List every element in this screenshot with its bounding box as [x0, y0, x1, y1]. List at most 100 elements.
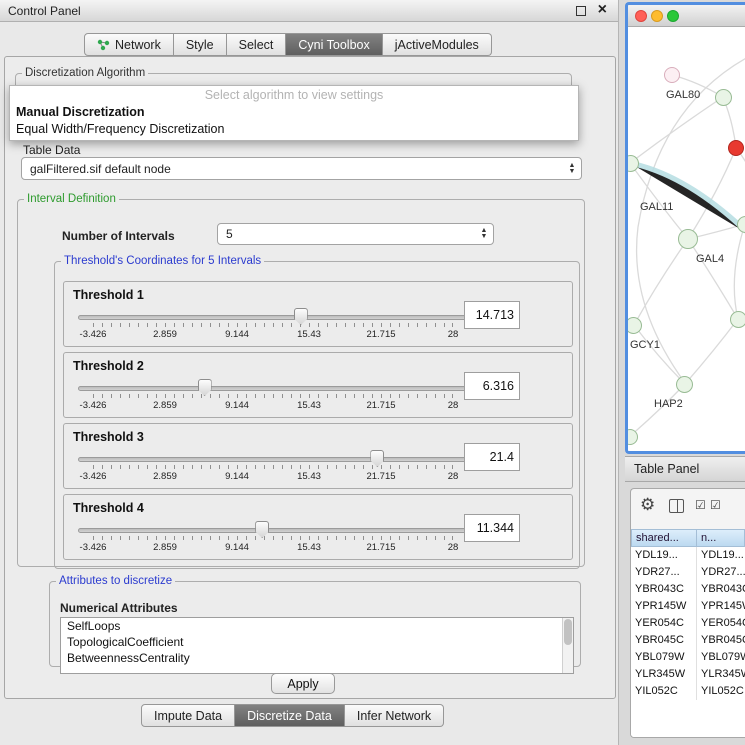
table-cell: YPR145W — [631, 598, 697, 615]
scale-tick-label: 21.715 — [366, 471, 395, 482]
table-cell: YER054C — [631, 615, 697, 632]
checkbox-icon[interactable]: ☑ — [710, 498, 721, 512]
float-window-icon[interactable] — [576, 6, 586, 16]
columns-icon[interactable] — [669, 499, 684, 513]
table-panel: ⚙ ☑ ☑ shared... n... YDL19... YDL19... Y… — [630, 488, 745, 738]
table-cell: YDR27... — [631, 564, 697, 581]
zoom-traffic-light-icon[interactable] — [667, 10, 679, 22]
stepper-icon[interactable]: ▲ ▼ — [565, 163, 579, 175]
tab-cyni-toolbox[interactable]: Cyni Toolbox — [286, 33, 382, 56]
scale-tick-label: -3.426 — [80, 542, 107, 553]
threshold-label: Threshold 3 — [73, 430, 144, 444]
threshold-1-value-field[interactable]: 14.713 — [464, 301, 520, 329]
tab-discretize-data[interactable]: Discretize Data — [235, 704, 345, 727]
table-cell: YIL052C — [631, 683, 697, 700]
node-label: HAP2 — [654, 398, 683, 410]
threshold-3-slider[interactable]: -3.426 2.859 9.144 15.43 21.715 28 — [84, 448, 462, 488]
list-item[interactable]: BetweennessCentrality — [61, 650, 573, 666]
table-row[interactable]: YDR27... YDR27... — [631, 564, 745, 581]
threshold-4-box: Threshold 4 -3.426 2.859 9.144 15.43 21.… — [63, 494, 573, 560]
table-row[interactable]: YBL079W YBL079W — [631, 649, 745, 666]
scale-tick-label: 2.859 — [153, 542, 177, 553]
list-scrollbar[interactable] — [562, 618, 573, 673]
network-node[interactable] — [664, 67, 680, 83]
list-item[interactable]: SelfLoops — [61, 618, 573, 634]
scale-tick-label: 28 — [448, 329, 459, 340]
numerical-attributes-label: Numerical Attributes — [60, 601, 178, 615]
tab-select[interactable]: Select — [227, 33, 287, 56]
checkbox-icon[interactable]: ☑ — [695, 498, 706, 512]
network-node[interactable] — [625, 317, 642, 334]
threshold-2-box: Threshold 2 -3.426 2.859 9.144 15.43 21.… — [63, 352, 573, 418]
scale-tick-label: 15.43 — [297, 471, 321, 482]
table-cell: YPR145W — [697, 598, 745, 615]
node-label: GCY1 — [630, 339, 660, 351]
network-canvas[interactable]: GAL80 GAL11 GAL4 GCY1 HAP2 — [628, 27, 745, 451]
tab-style[interactable]: Style — [174, 33, 227, 56]
network-node-selected[interactable] — [728, 140, 744, 156]
number-of-intervals-label: Number of Intervals — [62, 229, 175, 243]
apply-button[interactable]: Apply — [271, 673, 335, 694]
column-header[interactable]: n... — [697, 529, 745, 547]
threshold-2-value-field[interactable]: 6.316 — [464, 372, 520, 400]
table-row[interactable]: YBR045C YBR045C — [631, 632, 745, 649]
gear-icon[interactable]: ⚙ — [640, 495, 655, 515]
threshold-3-value-field[interactable]: 21.4 — [464, 443, 520, 471]
top-tabbar: Network Style Select Cyni Toolbox jActiv… — [84, 33, 492, 56]
scale-tick-label: 9.144 — [225, 542, 249, 553]
network-window-titlebar — [628, 5, 745, 27]
column-header[interactable]: shared... — [631, 529, 697, 547]
table-row[interactable]: YBR043C YBR043C — [631, 581, 745, 598]
algorithm-dropdown-popup: Select algorithm to view settings Manual… — [9, 85, 579, 141]
close-traffic-light-icon[interactable] — [635, 10, 647, 22]
list-item[interactable]: TopologicalCoefficient — [61, 634, 573, 650]
scale-tick-label: 2.859 — [153, 329, 177, 340]
number-of-intervals-value: 5 — [218, 227, 477, 241]
tab-label: Select — [239, 38, 274, 52]
table-data-combo[interactable]: galFiltered.sif default node ▲ ▼ — [21, 157, 582, 180]
scale-tick-label: 9.144 — [225, 329, 249, 340]
scale-tick-label: 9.144 — [225, 471, 249, 482]
group-title: Discretization Algorithm — [22, 67, 148, 79]
table-row[interactable]: YER054C YER054C — [631, 615, 745, 632]
stepper-icon[interactable]: ▲ ▼ — [477, 228, 491, 240]
network-node[interactable] — [678, 229, 698, 249]
network-view-window: GAL80 GAL11 GAL4 GCY1 HAP2 — [625, 2, 745, 454]
network-node[interactable] — [730, 311, 745, 328]
network-node[interactable] — [676, 376, 693, 393]
interval-definition-group: Interval Definition Number of Intervals … — [17, 193, 585, 567]
close-icon[interactable]: × — [598, 1, 607, 19]
group-title: Threshold's Coordinates for 5 Intervals — [61, 255, 264, 267]
scale-tick-label: -3.426 — [80, 471, 107, 482]
network-node[interactable] — [715, 89, 732, 106]
table-data-value: galFiltered.sif default node — [22, 162, 565, 176]
scale-tick-label: 21.715 — [366, 400, 395, 411]
scrollbar-thumb[interactable] — [564, 619, 572, 645]
scale-tick-label: 2.859 — [153, 471, 177, 482]
threshold-1-box: Threshold 1 -3.426 2.859 9.144 15.43 21.… — [63, 281, 573, 347]
node-label: GAL80 — [666, 89, 700, 101]
control-panel-window: Control Panel × Network Style Select Cyn… — [0, 0, 619, 745]
table-row[interactable]: YIL052C YIL052C — [631, 683, 745, 700]
scale-tick-label: 15.43 — [297, 542, 321, 553]
tab-jactivemodules[interactable]: jActiveModules — [383, 33, 492, 56]
tab-impute-data[interactable]: Impute Data — [141, 704, 235, 727]
table-cell: YLR345W — [697, 666, 745, 683]
group-title: Attributes to discretize — [56, 575, 175, 587]
table-toolbar: ⚙ ☑ ☑ — [631, 489, 745, 525]
threshold-2-slider[interactable]: -3.426 2.859 9.144 15.43 21.715 28 — [84, 377, 462, 417]
threshold-4-slider[interactable]: -3.426 2.859 9.144 15.43 21.715 28 — [84, 519, 462, 559]
threshold-1-slider[interactable]: -3.426 2.859 9.144 15.43 21.715 28 — [84, 306, 462, 346]
threshold-4-value-field[interactable]: 11.344 — [464, 514, 520, 542]
tab-infer-network[interactable]: Infer Network — [345, 704, 444, 727]
tab-label: Impute Data — [154, 709, 222, 723]
table-row[interactable]: YPR145W YPR145W — [631, 598, 745, 615]
table-row[interactable]: YDL19... YDL19... — [631, 547, 745, 564]
minimize-traffic-light-icon[interactable] — [651, 10, 663, 22]
algorithm-option-manual[interactable]: Manual Discretization — [10, 104, 578, 121]
number-of-intervals-combo[interactable]: 5 ▲ ▼ — [217, 223, 494, 245]
algorithm-option-equal-width[interactable]: Equal Width/Frequency Discretization — [10, 121, 578, 138]
table-row[interactable]: YLR345W YLR345W — [631, 666, 745, 683]
tab-network[interactable]: Network — [84, 33, 174, 56]
table-header-row: shared... n... — [631, 529, 745, 547]
